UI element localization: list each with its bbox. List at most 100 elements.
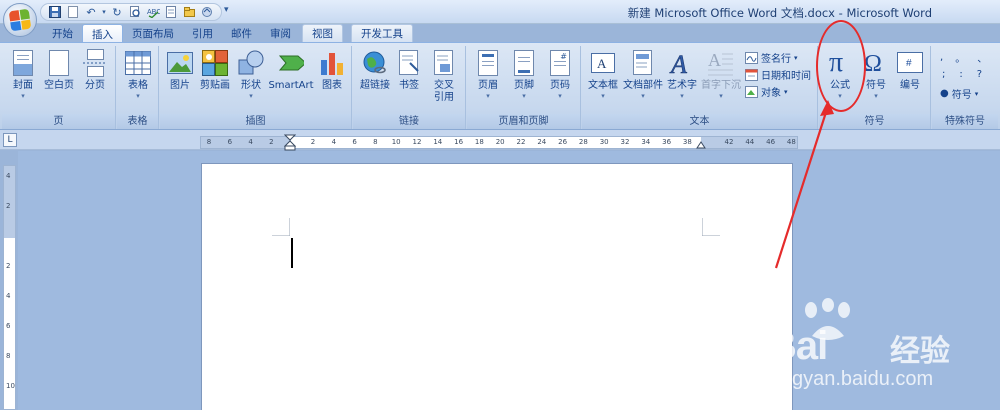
globe-icon [362,48,388,78]
special-symbol-dropdown[interactable]: ● 符号 ▾ [940,86,978,101]
tab-page-layout[interactable]: 页面布局 [123,24,183,42]
picture-label: 图片 [170,80,190,91]
dropdown-arrow-icon: ▾ [794,53,798,62]
page-break-button[interactable]: 分页 [80,48,110,92]
symbol-label: 符号 [866,80,886,91]
hyperlink-label: 超链接 [360,80,390,91]
table-icon [125,48,151,78]
dropdown-arrow-icon: ▾ [874,92,878,100]
vertical-ruler[interactable]: 4 2 2 4 6 8 10 [3,165,16,410]
margin-corner-mark [702,218,720,236]
textbox-icon: A [590,48,616,78]
ruler-number: 26 [558,138,568,146]
page-number-button[interactable]: # 页码 ▾ [545,48,575,100]
group-label: 特殊符号 [932,114,998,129]
tab-references[interactable]: 引用 [183,24,222,42]
header-button[interactable]: 页眉 ▾ [473,48,503,100]
special-symbols-row-2[interactable]: ; : ? [942,67,982,82]
tab-developer[interactable]: 开发工具 [351,24,413,42]
cover-page-button[interactable]: 封面 ▾ [8,48,38,100]
document-page[interactable] [202,164,792,410]
calendar-icon [744,68,758,81]
signature-icon [744,51,758,64]
comma-symbol-icon: , [940,52,944,63]
date-time-button[interactable]: 日期和时间 [744,67,811,82]
group-header-footer: 页眉 ▾ 页脚 ▾ # 页码 ▾ 页眉和页脚 [467,46,581,129]
ruler-number: 2 [310,138,316,146]
dropdown-arrow-icon: ▾ [136,92,140,100]
hyperlink-button[interactable]: 超链接 [357,48,393,92]
dropdown-arrow-icon: ▾ [21,92,25,100]
period-symbol-icon: 。 [955,54,966,65]
quick-parts-button[interactable]: 文档部件 ▾ [622,48,664,100]
cover-page-icon [10,48,36,78]
shapes-button[interactable]: 形状 ▾ [237,48,265,100]
baidu-watermark: Bai 经验 jingyan.baidu.com [768,296,993,396]
ruler-number: 28 [578,138,588,146]
text-cursor [291,238,293,268]
colon-symbol-icon: : [959,69,963,80]
tab-selector-button[interactable]: L [3,133,17,147]
ruler-number: 16 [454,138,464,146]
tab-review[interactable]: 审阅 [261,24,300,42]
group-label: 表格 [117,114,158,129]
ruler-number: 20 [495,138,505,146]
ruler-number: 2 [269,138,274,146]
cross-reference-icon [431,48,457,78]
bookmark-label: 书签 [399,80,419,91]
drop-cap-button[interactable]: A 首字下沉 ▾ [700,48,742,100]
special-symbols-row-1[interactable]: , 。 、 [940,50,987,65]
right-indent-marker-icon[interactable] [696,139,706,149]
ruler-left-margin [201,137,291,148]
quick-parts-icon [630,48,656,78]
dropdown-arrow-icon: ▾ [522,92,526,100]
textbox-button[interactable]: A 文本框 ▾ [586,48,620,100]
tab-label: 页面布局 [132,27,174,40]
dot-symbol-icon: 、 [977,54,988,65]
ribbon-tabs: 开始 插入 页面布局 引用 邮件 审阅 视图 开发工具 [40,24,413,43]
wordart-icon: A [669,48,695,78]
tab-home[interactable]: 开始 [40,24,82,42]
quick-parts-label: 文档部件 [623,80,663,91]
shapes-icon [238,48,264,78]
wordart-button[interactable]: A 艺术字 ▾ [666,48,698,100]
ruler-number: 10 [391,138,401,146]
svg-text:#: # [906,58,912,69]
blank-page-button[interactable]: 空白页 [42,48,76,92]
ruler-number: 8 [206,138,212,146]
tab-label: 开发工具 [361,28,403,40]
bookmark-button[interactable]: 书签 [395,48,423,92]
tab-view[interactable]: 视图 [302,24,343,42]
title-bar: ↶ ▾ ↻ ABC ▾ 新建 Microsoft Office Word 文档.… [0,0,1000,24]
numbering-button[interactable]: # 编号 [895,48,925,92]
page-break-icon [82,48,108,78]
ruler-number: 30 [599,138,609,146]
footer-label: 页脚 [514,80,534,91]
numbering-label: 编号 [900,80,920,91]
dropdown-arrow-icon: ▾ [558,92,562,100]
ruler-number: 14 [433,138,443,146]
bookmark-icon [396,48,422,78]
tab-insert[interactable]: 插入 [82,24,123,43]
clipart-button[interactable]: 剪贴画 [197,48,233,92]
dropdown-arrow-icon: ▾ [719,92,723,100]
watermark-brand: Bai [768,324,828,368]
tab-mailings[interactable]: 邮件 [222,24,261,42]
vruler-number: 6 [6,322,11,330]
smartart-button[interactable]: SmartArt [268,48,314,92]
table-button[interactable]: 表格 ▾ [122,48,154,100]
shapes-label: 形状 [241,80,261,91]
chart-button[interactable]: 图表 [318,48,346,92]
indent-marker-icon[interactable] [284,134,296,152]
vruler-number: 10 [6,382,15,390]
office-button[interactable] [3,3,37,37]
cross-reference-button[interactable]: 交叉 引用 [427,48,461,104]
dropdown-arrow-icon: ▾ [486,92,490,100]
footer-button[interactable]: 页脚 ▾ [509,48,539,100]
signature-line-button[interactable]: 签名行 ▾ [744,50,798,65]
page-number-label: 页码 [550,80,570,91]
watermark-cn: 经验 [890,334,950,369]
picture-button[interactable]: 图片 [165,48,195,92]
tab-label: 邮件 [231,27,252,40]
tab-label: 审阅 [270,27,291,40]
